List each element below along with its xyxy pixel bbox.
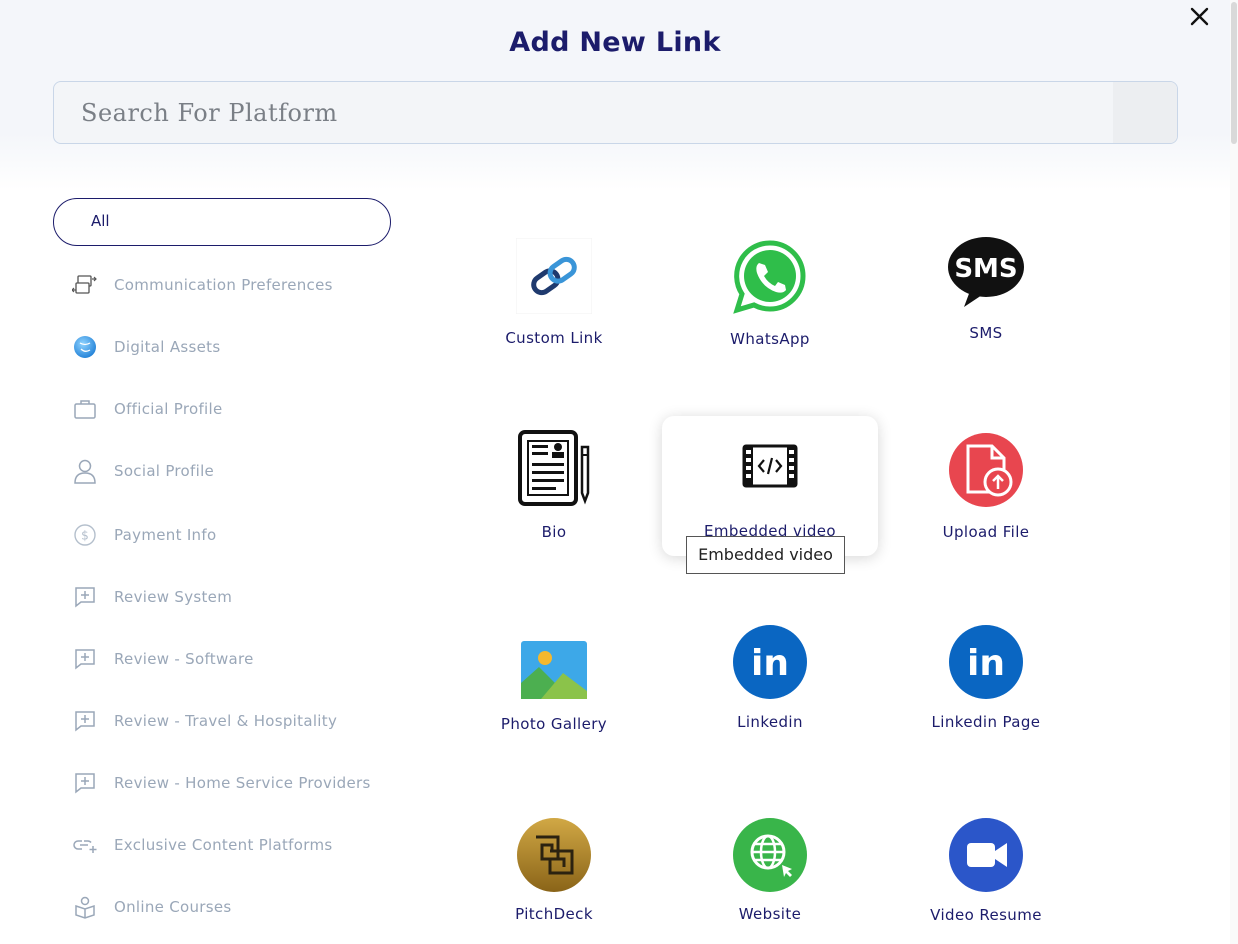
upload-file-icon (946, 430, 1026, 510)
platform-label: Video Resume (930, 906, 1042, 924)
platform-label: PitchDeck (515, 905, 593, 923)
tooltip: Embedded video (686, 536, 845, 574)
whatsapp-icon (730, 237, 810, 317)
platform-label: WhatsApp (730, 330, 810, 348)
platform-label: Photo Gallery (500, 715, 608, 733)
category-label: Official Profile (114, 400, 223, 418)
dollar-icon: $ (70, 520, 100, 550)
platform-tile-website[interactable]: Website (662, 808, 878, 944)
category-item-official-profile[interactable]: Official Profile (70, 389, 390, 429)
category-item-review-software[interactable]: Review - Software (70, 639, 390, 679)
category-all-label: All (91, 212, 110, 230)
category-label: Online Courses (114, 898, 232, 916)
platform-tile-bio[interactable]: Bio (446, 416, 662, 556)
category-label: Communication Preferences (114, 276, 333, 294)
review-icon (70, 768, 100, 798)
category-item-review-travel-hospitality[interactable]: Review - Travel & Hospitality (70, 701, 390, 741)
user-icon (70, 456, 100, 486)
platform-tile-linkedin[interactable]: in Linkedin (662, 616, 878, 756)
platform-label: Upload File (942, 523, 1030, 541)
category-item-review-system[interactable]: Review System (70, 577, 390, 617)
book-user-icon (70, 892, 100, 922)
platform-tile-video-resume[interactable]: Video Resume (878, 808, 1094, 944)
platform-tile-linkedin-page[interactable]: in Linkedin Page (878, 616, 1094, 756)
platform-tile-custom-link[interactable]: Custom Link (446, 222, 662, 362)
search-button[interactable] (1113, 82, 1177, 143)
category-item-review-home-service-providers[interactable]: Review - Home Service Providers (70, 763, 390, 803)
globe-click-icon (730, 815, 810, 895)
film-code-icon (730, 426, 810, 506)
svg-text:in: in (751, 643, 789, 684)
landscape-photo-icon (514, 630, 594, 710)
video-camera-icon (946, 815, 1026, 895)
review-icon (70, 706, 100, 736)
dialog-title: Add New Link (509, 27, 721, 58)
search-bar (53, 81, 1178, 144)
category-label: Exclusive Content Platforms (114, 836, 333, 854)
category-item-online-courses[interactable]: Online Courses (70, 887, 390, 927)
platform-label: Bio (541, 523, 567, 541)
review-icon (70, 582, 100, 612)
category-item-exclusive-content-platforms[interactable]: Exclusive Content Platforms (70, 825, 390, 865)
link-add-icon (70, 830, 100, 860)
scrollbar-thumb[interactable] (1231, 2, 1237, 144)
platform-label: SMS (969, 324, 1003, 342)
platform-tile-upload-file[interactable]: Upload File (878, 416, 1094, 556)
platform-tile-whatsapp[interactable]: WhatsApp (662, 222, 878, 362)
platform-label: Linkedin (737, 713, 803, 731)
globe-icon (70, 332, 100, 362)
category-label: Review - Travel & Hospitality (114, 712, 338, 730)
platform-tile-embedded-video[interactable]: Embedded video (662, 416, 878, 556)
category-label: Social Profile (114, 462, 215, 480)
chain-link-icon (514, 236, 594, 316)
search-input[interactable] (54, 82, 1114, 143)
review-icon (70, 644, 100, 674)
category-label: Review - Software (114, 650, 254, 668)
category-item-payment-info[interactable]: $ Payment Info (70, 515, 390, 555)
platform-tile-pitchdeck[interactable]: PitchDeck (446, 808, 662, 944)
category-label: Review System (114, 588, 233, 606)
category-label: Digital Assets (114, 338, 221, 356)
resume-document-icon (514, 428, 594, 508)
svg-text:$: $ (81, 529, 89, 543)
platform-tile-sms[interactable]: SMS SMS (878, 222, 1094, 362)
category-label: Payment Info (114, 526, 217, 544)
category-label: Review - Home Service Providers (114, 774, 371, 792)
arrows-exchange-icon (70, 270, 100, 300)
category-item-social-profile[interactable]: Social Profile (70, 451, 390, 491)
briefcase-icon (70, 394, 100, 424)
category-all-pill[interactable]: All (53, 198, 391, 246)
platform-tile-photo-gallery[interactable]: Photo Gallery (446, 616, 662, 756)
platform-label: Linkedin Page (931, 713, 1041, 731)
linkedin-icon: in (946, 622, 1026, 702)
pitchdeck-icon (514, 815, 594, 895)
category-item-communication-preferences[interactable]: Communication Preferences (70, 265, 390, 305)
platform-label: Custom Link (505, 329, 603, 347)
linkedin-icon: in (730, 622, 810, 702)
platform-label: Website (738, 905, 802, 923)
svg-text:SMS: SMS (954, 254, 1017, 284)
svg-text:in: in (967, 643, 1005, 684)
category-item-digital-assets[interactable]: Digital Assets (70, 327, 390, 367)
sms-bubble-icon: SMS (946, 232, 1026, 312)
